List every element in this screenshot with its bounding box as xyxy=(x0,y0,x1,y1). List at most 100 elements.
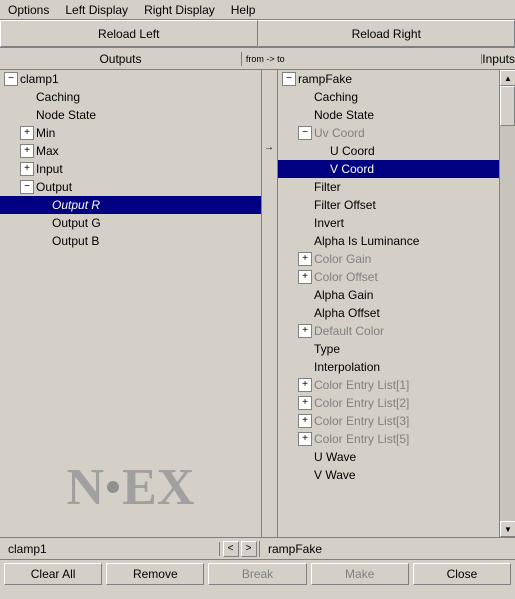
menu-options[interactable]: Options xyxy=(4,3,53,17)
attr-label: Caching xyxy=(36,90,80,104)
bottom-buttons: Clear All Remove Break Make Close xyxy=(0,560,515,588)
list-item[interactable]: Interpolation xyxy=(278,358,499,376)
list-item[interactable]: Output B xyxy=(0,232,261,250)
expand-button[interactable]: + xyxy=(298,378,312,392)
nav-arrows: < > xyxy=(220,541,260,557)
menu-help[interactable]: Help xyxy=(227,3,260,17)
list-item[interactable]: Alpha Is Luminance xyxy=(278,232,499,250)
remove-button[interactable]: Remove xyxy=(106,563,204,585)
attr-label: Min xyxy=(36,126,55,140)
list-item[interactable]: + Max xyxy=(0,142,261,160)
expand-button[interactable]: + xyxy=(298,396,312,410)
attr-label: Color Entry List[3] xyxy=(314,414,409,428)
make-button[interactable]: Make xyxy=(311,563,409,585)
expand-button[interactable]: + xyxy=(20,126,34,140)
list-item[interactable]: Type xyxy=(278,340,499,358)
attr-label: Default Color xyxy=(314,324,384,338)
list-item[interactable]: − rampFake xyxy=(278,70,499,88)
prev-button[interactable]: < xyxy=(223,541,239,557)
break-button[interactable]: Break xyxy=(208,563,306,585)
list-item[interactable]: Alpha Gain xyxy=(278,286,499,304)
status-bar: clamp1 < > rampFake xyxy=(0,538,515,560)
attr-label: Node State xyxy=(314,108,374,122)
expand-button[interactable]: + xyxy=(20,144,34,158)
arrow-column: → xyxy=(262,70,278,537)
list-item[interactable]: Invert xyxy=(278,214,499,232)
attr-label: Color Entry List[5] xyxy=(314,432,409,446)
collapse-button[interactable]: − xyxy=(20,180,34,194)
list-item[interactable]: + Color Gain xyxy=(278,250,499,268)
list-item[interactable]: Caching xyxy=(0,88,261,106)
list-item[interactable]: + Color Offset xyxy=(278,268,499,286)
scroll-up-button[interactable]: ▲ xyxy=(500,70,515,86)
attr-label: Max xyxy=(36,144,59,158)
scrollbar[interactable]: ▲ ▼ xyxy=(499,70,515,537)
expand-button[interactable]: + xyxy=(20,162,34,176)
attr-label: Output R xyxy=(52,198,100,212)
attr-label: Color Entry List[1] xyxy=(314,378,409,392)
expand-button[interactable]: + xyxy=(298,432,312,446)
attr-label: Type xyxy=(314,342,340,356)
list-item[interactable]: − − Uv Coord xyxy=(278,124,499,142)
list-item[interactable]: − clamp1 xyxy=(0,70,261,88)
logo-dot-icon xyxy=(107,481,119,493)
attr-label: Alpha Gain xyxy=(314,288,373,302)
outputs-header: Outputs xyxy=(0,52,242,66)
node-label: clamp1 xyxy=(20,72,59,86)
list-item[interactable]: Caching xyxy=(278,88,499,106)
collapse-button[interactable]: − xyxy=(298,126,312,140)
collapse-button[interactable]: − xyxy=(4,72,18,86)
list-item[interactable]: − Output xyxy=(0,178,261,196)
attr-label: Invert xyxy=(314,216,344,230)
menu-left-display[interactable]: Left Display xyxy=(61,3,132,17)
list-item[interactable]: Filter xyxy=(278,178,499,196)
list-item[interactable]: Node State xyxy=(0,106,261,124)
list-item[interactable]: U Coord xyxy=(278,142,499,160)
list-item[interactable]: + Default Color xyxy=(278,322,499,340)
menu-right-display[interactable]: Right Display xyxy=(140,3,219,17)
attr-label: Color Entry List[2] xyxy=(314,396,409,410)
attr-label: U Wave xyxy=(314,450,356,464)
expand-button[interactable]: + xyxy=(298,270,312,284)
list-item[interactable]: + Color Entry List[3] xyxy=(278,412,499,430)
list-item[interactable]: Output G xyxy=(0,214,261,232)
attr-label: Color Offset xyxy=(314,270,378,284)
reload-left-button[interactable]: Reload Left xyxy=(0,20,258,47)
list-item[interactable]: V Coord xyxy=(278,160,499,178)
menubar: Options Left Display Right Display Help xyxy=(0,0,515,20)
attr-label: V Coord xyxy=(330,162,374,176)
attr-label: Uv Coord xyxy=(314,126,365,140)
attr-label: U Coord xyxy=(330,144,375,158)
reload-row: Reload Left Reload Right xyxy=(0,20,515,48)
expand-button[interactable]: + xyxy=(298,324,312,338)
expand-button[interactable]: + xyxy=(298,414,312,428)
list-item[interactable]: Output R xyxy=(0,196,261,214)
list-item[interactable]: + Color Entry List[2] xyxy=(278,394,499,412)
right-panel: − rampFake Caching Node State − − Uv Coo… xyxy=(278,70,515,537)
logo-area: N EX xyxy=(0,447,261,527)
list-item[interactable]: + Input xyxy=(0,160,261,178)
reload-right-button[interactable]: Reload Right xyxy=(258,20,515,47)
list-item[interactable]: + Min xyxy=(0,124,261,142)
attr-label: Output xyxy=(36,180,72,194)
scroll-down-button[interactable]: ▼ xyxy=(500,521,515,537)
expand-button[interactable]: + xyxy=(298,252,312,266)
scroll-track[interactable] xyxy=(500,86,515,521)
inputs-header: Inputs xyxy=(482,52,515,66)
list-item[interactable]: + Color Entry List[1] xyxy=(278,376,499,394)
main-content: − clamp1 Caching Node State + Min + Max … xyxy=(0,70,515,538)
clear-all-button[interactable]: Clear All xyxy=(4,563,102,585)
list-item[interactable]: Alpha Offset xyxy=(278,304,499,322)
list-item[interactable]: Node State xyxy=(278,106,499,124)
attr-label: Filter Offset xyxy=(314,198,376,212)
close-button[interactable]: Close xyxy=(413,563,511,585)
attr-label: Alpha Is Luminance xyxy=(314,234,419,248)
list-item[interactable]: V Wave xyxy=(278,466,499,484)
next-button[interactable]: > xyxy=(241,541,257,557)
scroll-thumb[interactable] xyxy=(500,86,515,126)
attr-label: Filter xyxy=(314,180,341,194)
list-item[interactable]: Filter Offset xyxy=(278,196,499,214)
list-item[interactable]: U Wave xyxy=(278,448,499,466)
list-item[interactable]: + Color Entry List[5] xyxy=(278,430,499,448)
collapse-button[interactable]: − xyxy=(282,72,296,86)
